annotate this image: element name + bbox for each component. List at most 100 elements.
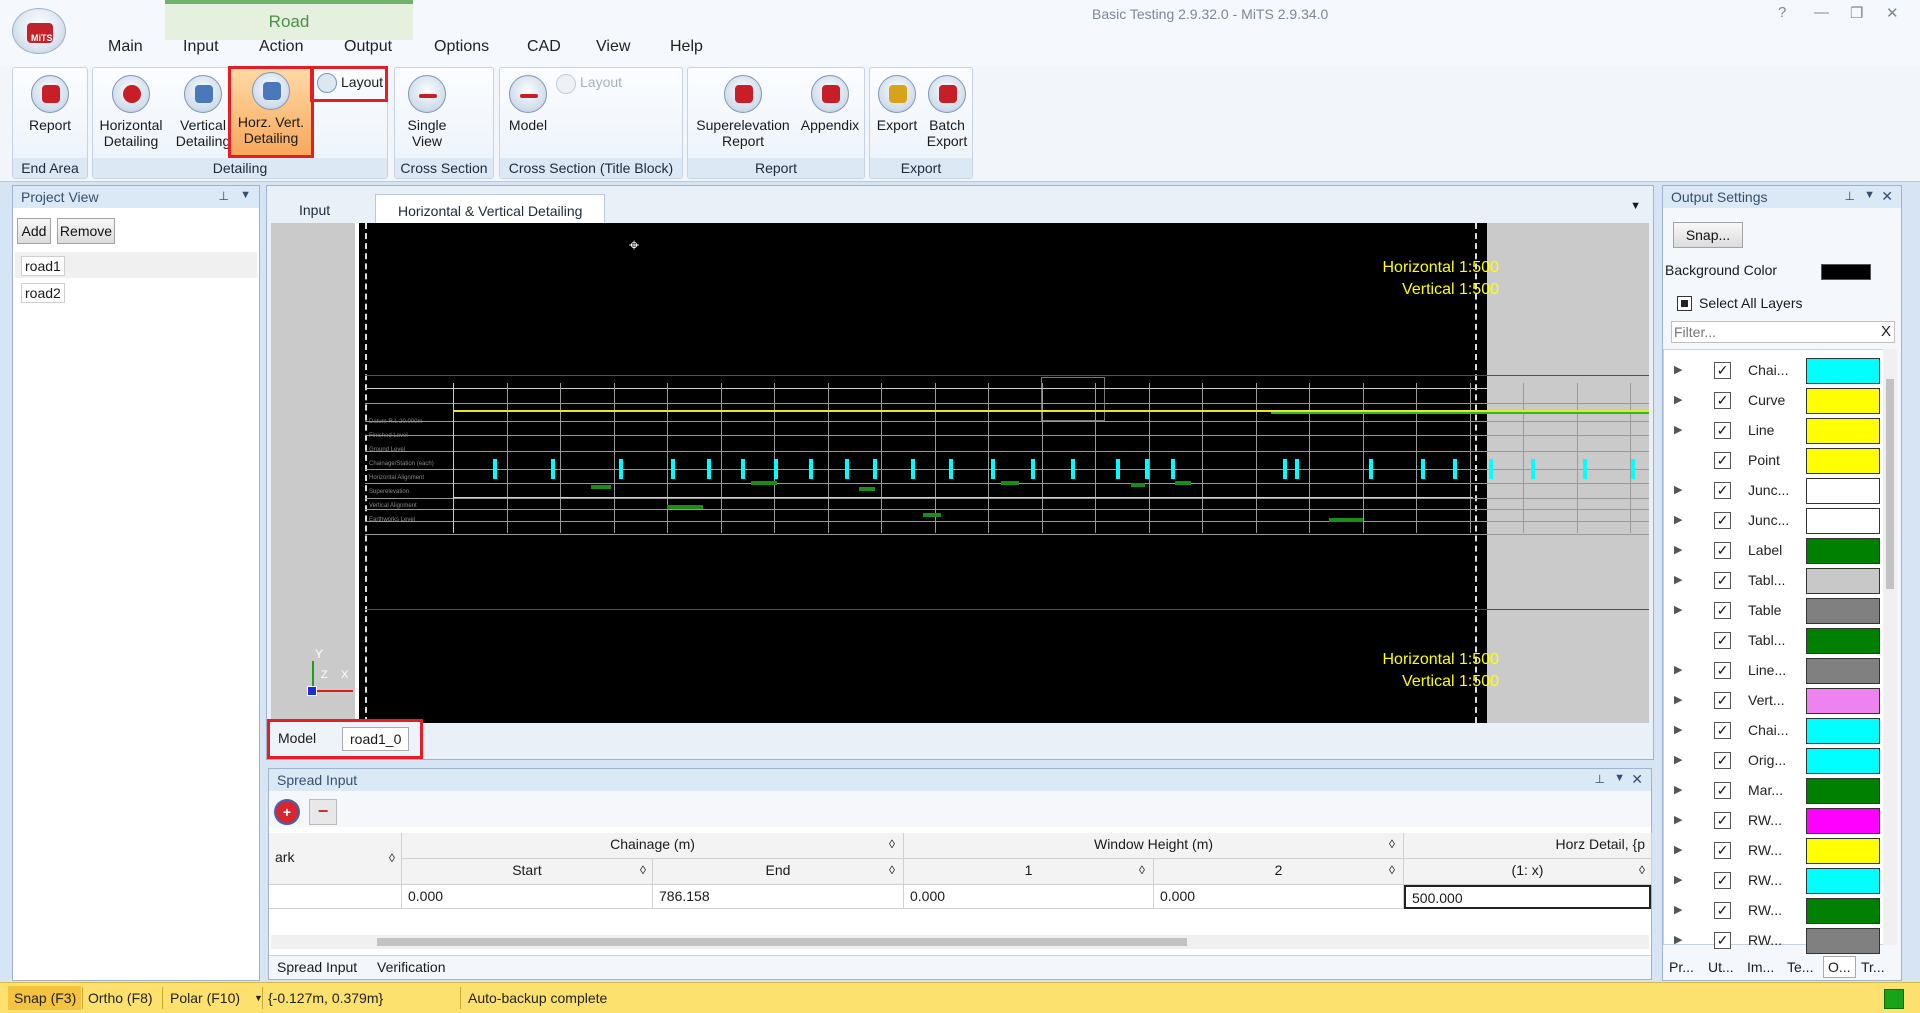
add-row-icon[interactable]: + xyxy=(274,799,300,825)
close-icon[interactable]: ✕ xyxy=(1631,771,1643,788)
tab-im[interactable]: Im... xyxy=(1747,959,1774,975)
layer-color-swatch[interactable] xyxy=(1806,658,1880,684)
app-logo[interactable]: MiTS xyxy=(12,8,66,54)
cell-window-2[interactable]: 0.000 xyxy=(1154,885,1404,909)
layer-list-scrollbar[interactable] xyxy=(1883,349,1897,945)
ortho-toggle[interactable]: Ortho (F8) xyxy=(88,990,153,1006)
layer-checkbox[interactable]: ✓ xyxy=(1714,932,1731,949)
layer-row[interactable]: ✓ Tabl... xyxy=(1674,626,1880,656)
menu-view[interactable]: View xyxy=(596,38,630,62)
layer-color-swatch[interactable] xyxy=(1806,778,1880,804)
sort-icon[interactable]: ◊ xyxy=(389,851,395,865)
layer-color-swatch[interactable] xyxy=(1806,448,1880,474)
menu-main[interactable]: Main xyxy=(108,38,143,62)
layer-row[interactable]: ▶ ✓ Orig... xyxy=(1674,746,1880,776)
help-icon[interactable]: ? xyxy=(1778,4,1786,21)
menu-action[interactable]: Action xyxy=(259,38,303,62)
menu-options[interactable]: Options xyxy=(434,38,489,62)
horz-vert-detailing-button[interactable]: Horz. Vert. Detailing xyxy=(228,66,314,158)
cell-chainage-start[interactable]: 0.000 xyxy=(402,885,653,909)
sort-icon[interactable]: ◊ xyxy=(889,863,895,877)
expand-arrow-icon[interactable]: ▶ xyxy=(1674,723,1682,736)
remove-row-icon[interactable]: − xyxy=(309,799,337,825)
col-header-mark[interactable]: ark xyxy=(269,833,402,885)
expand-arrow-icon[interactable]: ▶ xyxy=(1674,663,1682,676)
horizontal-detailing-button[interactable]: Horizontal Detailing xyxy=(95,72,167,149)
tab-ut[interactable]: Ut... xyxy=(1708,959,1734,975)
tab-tr[interactable]: Tr... xyxy=(1861,959,1885,975)
horizontal-scrollbar[interactable] xyxy=(271,935,1649,949)
sort-icon[interactable]: ◊ xyxy=(1389,863,1395,877)
layer-color-swatch[interactable] xyxy=(1806,358,1880,384)
col-header-end[interactable]: End xyxy=(653,859,904,885)
sort-icon[interactable]: ◊ xyxy=(1139,863,1145,877)
layer-checkbox[interactable]: ✓ xyxy=(1714,782,1731,799)
tab-verification[interactable]: Verification xyxy=(377,959,445,975)
expand-arrow-icon[interactable]: ▶ xyxy=(1674,753,1682,766)
col-header-window-2[interactable]: 2 xyxy=(1154,859,1404,885)
expand-arrow-icon[interactable]: ▶ xyxy=(1674,843,1682,856)
select-all-checkbox[interactable] xyxy=(1677,296,1692,311)
layer-checkbox[interactable]: ✓ xyxy=(1714,812,1731,829)
expand-arrow-icon[interactable]: ▶ xyxy=(1674,603,1682,616)
superelevation-report-button[interactable]: Superelevation Report xyxy=(690,72,796,149)
menu-input[interactable]: Input xyxy=(183,38,219,62)
expand-arrow-icon[interactable]: ▶ xyxy=(1674,543,1682,556)
tab-model[interactable]: Model xyxy=(278,730,316,746)
expand-arrow-icon[interactable]: ▶ xyxy=(1674,423,1682,436)
layer-color-swatch[interactable] xyxy=(1806,898,1880,924)
cell-chainage-end[interactable]: 786.158 xyxy=(653,885,904,909)
layer-color-swatch[interactable] xyxy=(1806,838,1880,864)
layer-color-swatch[interactable] xyxy=(1806,688,1880,714)
col-header-horz-detail[interactable]: Horz Detail, {p xyxy=(1404,833,1652,859)
snap-button[interactable]: Snap... xyxy=(1673,222,1743,248)
remove-button[interactable]: Remove xyxy=(57,218,115,244)
layer-row[interactable]: ▶ ✓ Chai... xyxy=(1674,716,1880,746)
menu-cad[interactable]: CAD xyxy=(527,38,561,62)
cell-window-1[interactable]: 0.000 xyxy=(904,885,1154,909)
expand-arrow-icon[interactable]: ▶ xyxy=(1674,783,1682,796)
batch-export-button[interactable]: Batch Export xyxy=(922,72,972,149)
scrollbar-thumb[interactable] xyxy=(377,938,1187,946)
menu-help[interactable]: Help xyxy=(670,38,703,62)
layer-row[interactable]: ▶ ✓ Chai... xyxy=(1674,356,1880,386)
close-icon[interactable]: ✕ xyxy=(1881,188,1893,205)
layer-checkbox[interactable]: ✓ xyxy=(1714,602,1731,619)
layer-row[interactable]: ▶ ✓ Line xyxy=(1674,416,1880,446)
layout-disabled-button[interactable]: Layout xyxy=(554,74,626,94)
layer-checkbox[interactable]: ✓ xyxy=(1714,692,1731,709)
sort-icon[interactable]: ◊ xyxy=(1389,837,1395,851)
tab-pr[interactable]: Pr... xyxy=(1669,959,1694,975)
minimize-icon[interactable]: — xyxy=(1814,4,1829,21)
project-item-road2[interactable]: road2 xyxy=(21,283,65,303)
scrollbar-thumb[interactable] xyxy=(1886,379,1894,589)
pin-icon[interactable]: ⊥ xyxy=(219,189,229,203)
sort-icon[interactable]: ◊ xyxy=(889,837,895,851)
pin-icon[interactable]: ⊥ xyxy=(1595,772,1605,786)
close-icon[interactable]: ✕ xyxy=(1886,4,1899,22)
layer-color-swatch[interactable] xyxy=(1806,568,1880,594)
restore-icon[interactable]: ❐ xyxy=(1850,4,1863,22)
tabs-dropdown-icon[interactable]: ▼ xyxy=(1630,200,1641,212)
layer-row[interactable]: ▶ ✓ Label xyxy=(1674,536,1880,566)
expand-arrow-icon[interactable]: ▶ xyxy=(1674,363,1682,376)
layer-checkbox[interactable]: ✓ xyxy=(1714,722,1731,739)
appendix-button[interactable]: Appendix xyxy=(796,72,864,133)
layer-checkbox[interactable]: ✓ xyxy=(1714,542,1731,559)
layer-row[interactable]: ▶ ✓ RW... xyxy=(1674,926,1880,956)
layer-checkbox[interactable]: ✓ xyxy=(1714,842,1731,859)
tab-spread-input[interactable]: Spread Input xyxy=(277,959,357,975)
layer-checkbox[interactable]: ✓ xyxy=(1714,512,1731,529)
layer-filter-input[interactable] xyxy=(1671,321,1895,343)
layer-color-swatch[interactable] xyxy=(1806,478,1880,504)
layer-checkbox[interactable]: ✓ xyxy=(1714,752,1731,769)
layer-row[interactable]: ▶ ✓ Table xyxy=(1674,596,1880,626)
cell-horz-detail[interactable]: 500.000 xyxy=(1404,885,1651,909)
clear-filter-icon[interactable]: X xyxy=(1881,323,1891,340)
expand-arrow-icon[interactable]: ▶ xyxy=(1674,873,1682,886)
tab-o[interactable]: O... xyxy=(1823,956,1856,978)
add-button[interactable]: Add xyxy=(17,218,51,244)
expand-arrow-icon[interactable]: ▶ xyxy=(1674,693,1682,706)
layer-checkbox[interactable]: ✓ xyxy=(1714,452,1731,469)
background-color-swatch[interactable] xyxy=(1821,264,1871,280)
